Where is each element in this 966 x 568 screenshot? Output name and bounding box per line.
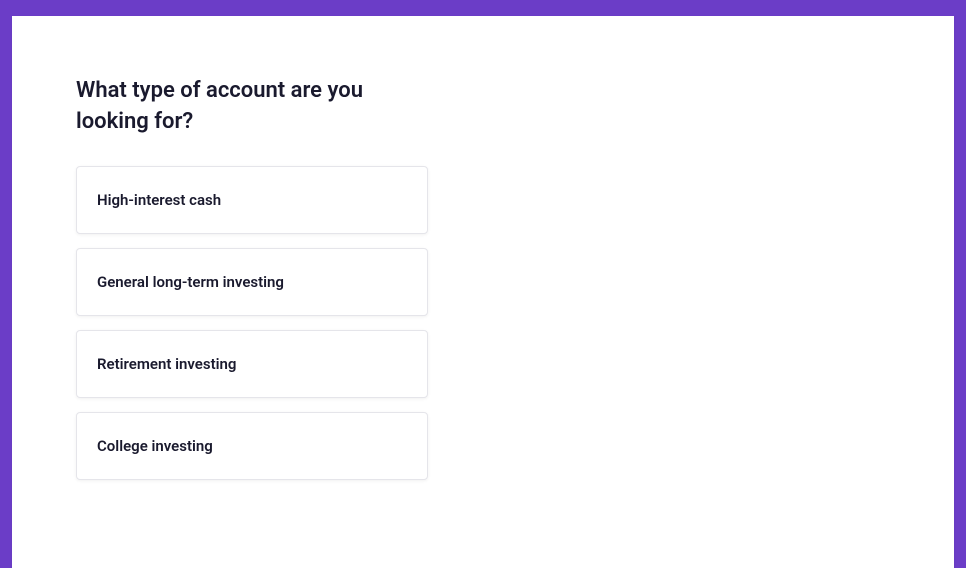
form-card: What type of account are you looking for… xyxy=(12,16,954,568)
option-label: College investing xyxy=(97,437,213,455)
question-title: What type of account are you looking for… xyxy=(76,76,436,138)
option-list: High-interest cash General long-term inv… xyxy=(76,166,428,480)
option-general-long-term-investing[interactable]: General long-term investing xyxy=(76,248,428,316)
option-label: General long-term investing xyxy=(97,273,284,291)
option-retirement-investing[interactable]: Retirement investing xyxy=(76,330,428,398)
option-label: High-interest cash xyxy=(97,191,221,209)
option-label: Retirement investing xyxy=(97,355,236,373)
option-college-investing[interactable]: College investing xyxy=(76,412,428,480)
option-high-interest-cash[interactable]: High-interest cash xyxy=(76,166,428,234)
page-frame: What type of account are you looking for… xyxy=(0,0,966,568)
